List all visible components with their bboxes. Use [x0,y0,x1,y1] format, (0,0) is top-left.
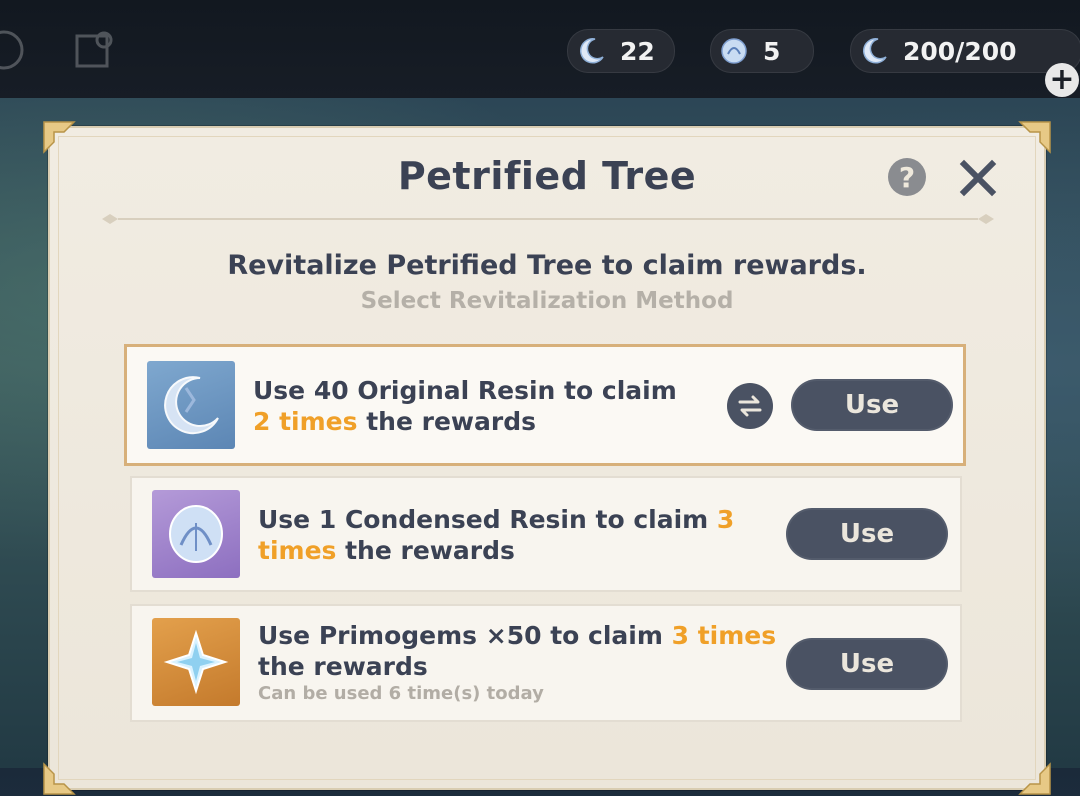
primogem-icon [152,618,240,706]
condensed-resin-counter[interactable]: 5 [710,29,814,73]
method-prompt: Select Revitalization Method [360,288,734,314]
fragile-resin-counter[interactable]: 22 [567,29,675,73]
original-resin-icon [857,34,891,68]
corner-ornament-icon [1018,121,1051,154]
use-primogems-button[interactable]: Use [786,638,948,690]
fragile-resin-icon [574,34,608,68]
original-resin-counter[interactable]: 200/200 + [850,29,1080,97]
swap-resin-button[interactable] [727,383,773,429]
condensed-resin-value: 5 [763,36,781,66]
corner-ornament-icon [43,762,76,795]
top-bar: 22 5 200/200 + [0,0,1080,98]
use-condensed-resin-button[interactable]: Use [786,508,948,560]
menu-icon[interactable] [0,30,40,70]
corner-ornament-icon [43,121,76,154]
corner-ornament-icon [1018,762,1051,795]
option-condensed-resin[interactable]: Use 1 Condensed Resin to claim 3 times t… [130,476,962,592]
close-button[interactable] [956,156,1000,200]
original-resin-value: 200/200 [903,36,1017,66]
help-button[interactable]: ? [888,158,926,196]
dialog-subtitle: Revitalize Petrified Tree to claim rewar… [227,250,867,281]
condensed-resin-icon [717,34,751,68]
close-icon [959,159,997,197]
option-original-resin[interactable]: Use 40 Original Resin to claim 2 times t… [124,344,966,466]
option-description: Use 40 Original Resin to claim 2 times t… [253,376,677,436]
petrified-tree-dialog: Petrified Tree ? Revitalize Petrified Tr… [43,121,1051,795]
option-primogems[interactable]: Use Primogems ×50 to claim 3 times the r… [130,604,962,722]
add-resin-button[interactable]: + [1045,63,1079,97]
use-original-resin-button[interactable]: Use [791,379,953,431]
quest-map-icon[interactable] [74,30,114,70]
reward-multiplier: 2 times [253,407,358,436]
daily-limit-note: Can be used 6 time(s) today [258,683,544,704]
option-description: Use Primogems ×50 to claim 3 times the r… [258,620,788,706]
swap-arrows-icon [738,395,762,417]
original-resin-icon [147,361,235,449]
option-description: Use 1 Condensed Resin to claim 3 times t… [258,505,735,565]
title-divider [102,214,994,224]
reward-multiplier: 3 times [671,621,777,650]
condensed-resin-icon [152,490,240,578]
fragile-resin-value: 22 [620,36,655,66]
